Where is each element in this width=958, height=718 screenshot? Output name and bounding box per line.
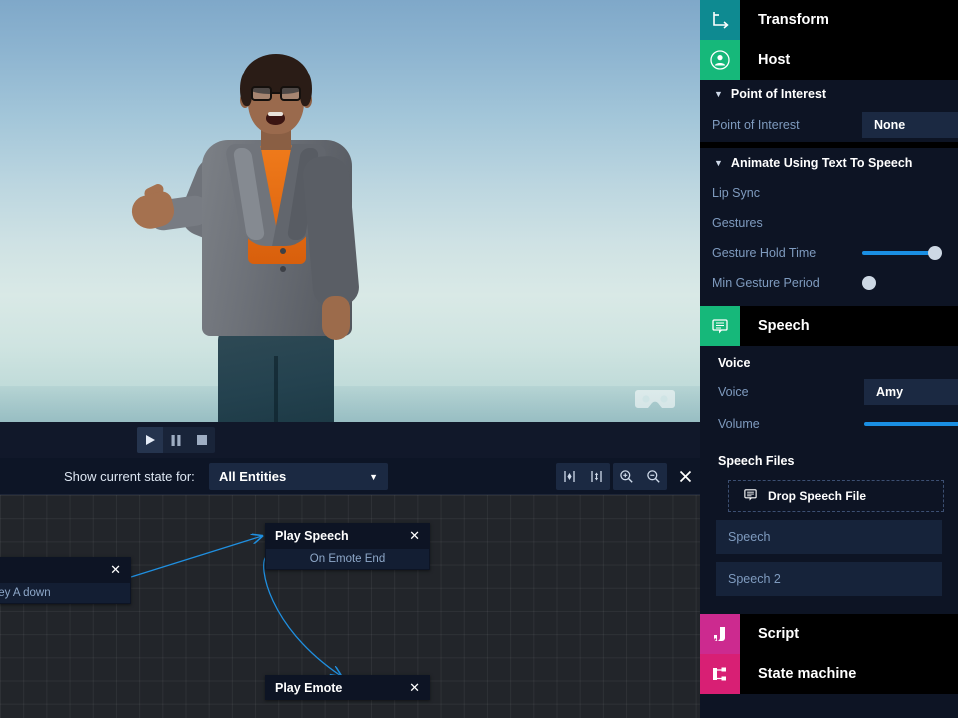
property-label: Min Gesture Period	[712, 276, 862, 290]
voice-dropdown[interactable]: Amy	[864, 379, 958, 405]
app-root: Show current state for: All Entities ▼	[0, 0, 958, 718]
section-title: Point of Interest	[731, 87, 826, 101]
property-gestures: Gestures	[700, 208, 958, 238]
chevron-down-icon: ▼	[369, 472, 378, 482]
drop-speech-file-label: Drop Speech File	[768, 489, 866, 503]
script-icon	[700, 614, 740, 654]
node-header: Play Emote ✕	[265, 675, 430, 700]
property-label: Lip Sync	[712, 186, 862, 200]
min-gesture-period-slider[interactable]	[862, 273, 958, 293]
component-row-transform[interactable]: Transform	[700, 0, 958, 40]
state-machine-icon	[700, 654, 740, 694]
component-name: Speech	[758, 318, 810, 334]
section-title: Animate Using Text To Speech	[731, 156, 913, 170]
component-row-script[interactable]: Script	[700, 614, 958, 654]
property-volume: Volume	[700, 408, 958, 440]
node-title: Play Emote	[275, 681, 409, 695]
pause-button[interactable]	[163, 427, 189, 453]
spacer	[700, 596, 958, 614]
component-name: Script	[758, 626, 799, 642]
property-voice: Voice Amy	[700, 376, 958, 408]
transport-controls	[137, 427, 215, 453]
playback-toolbar	[0, 422, 700, 458]
property-label: Gesture Hold Time	[712, 246, 862, 260]
voice-group-title: Voice	[700, 346, 958, 376]
section-point-of-interest[interactable]: ▼ Point of Interest	[700, 80, 958, 108]
component-name: State machine	[758, 666, 856, 682]
gesture-hold-time-slider[interactable]	[862, 243, 958, 263]
inspector-panel: Transform Host ▼ Point of Interest Point…	[700, 0, 958, 718]
zoom-in-icon[interactable]	[613, 463, 640, 490]
node-port[interactable]: On Emote End	[266, 549, 429, 569]
speech-file-item[interactable]: Speech	[716, 520, 942, 554]
graph-node-start[interactable]: Start ✕ On Key A down	[0, 557, 131, 604]
drop-speech-file-zone[interactable]: Drop Speech File	[728, 480, 944, 512]
graph-node-play-speech[interactable]: Play Speech ✕ On Emote End	[265, 523, 430, 570]
volume-slider[interactable]	[864, 414, 958, 434]
zoom-out-icon[interactable]	[640, 463, 667, 490]
close-icon[interactable]: ✕	[110, 563, 121, 576]
chevron-down-icon: ▼	[714, 158, 723, 168]
component-row-host[interactable]: Host	[700, 40, 958, 80]
filter-label: Show current state for:	[64, 469, 195, 484]
chevron-down-icon: ▼	[714, 89, 723, 99]
node-title: Play Speech	[275, 529, 409, 543]
close-icon[interactable]: ✕	[409, 681, 420, 694]
play-button[interactable]	[137, 427, 163, 453]
speech-bubble-icon	[700, 306, 740, 346]
section-animate-tts[interactable]: ▼ Animate Using Text To Speech	[700, 148, 958, 178]
property-gesture-hold-time: Gesture Hold Time	[700, 238, 958, 268]
fit-horizontal-icon[interactable]	[556, 463, 583, 490]
component-row-state-machine[interactable]: State machine	[700, 654, 958, 694]
component-name: Transform	[758, 12, 829, 28]
spacer	[700, 298, 958, 306]
property-label: Voice	[718, 385, 864, 399]
vr-headset-icon[interactable]	[634, 386, 676, 414]
transform-icon	[700, 0, 740, 40]
node-port[interactable]: On Key A down	[0, 583, 130, 603]
stop-button[interactable]	[189, 427, 215, 453]
speech-file-icon	[743, 487, 758, 505]
component-name: Host	[758, 52, 790, 68]
node-header: Play Speech ✕	[265, 523, 430, 548]
property-label: Volume	[718, 417, 864, 431]
entity-select[interactable]: All Entities ▼	[209, 463, 388, 490]
component-row-speech[interactable]: Speech	[700, 306, 958, 346]
speech-files-title: Speech Files	[700, 440, 958, 474]
3d-viewport[interactable]	[0, 0, 700, 422]
fit-vertical-icon[interactable]	[583, 463, 610, 490]
property-label: Gestures	[712, 216, 862, 230]
state-machine-graph[interactable]: Start ✕ On Key A down Play Speech ✕ On E…	[0, 495, 700, 718]
node-title: Start	[0, 563, 110, 577]
graph-tools	[556, 463, 699, 490]
host-person-icon	[700, 40, 740, 80]
property-lip-sync: Lip Sync	[700, 178, 958, 208]
entity-select-value: All Entities	[219, 469, 286, 484]
property-min-gesture-period: Min Gesture Period	[700, 268, 958, 298]
point-of-interest-dropdown[interactable]: None	[862, 112, 958, 138]
graph-node-play-emote[interactable]: Play Emote ✕	[265, 675, 430, 700]
property-label: Point of Interest	[712, 118, 862, 132]
close-graph-icon[interactable]	[672, 463, 699, 490]
speech-file-item[interactable]: Speech 2	[716, 562, 942, 596]
property-point-of-interest: Point of Interest None	[700, 108, 958, 142]
close-icon[interactable]: ✕	[409, 529, 420, 542]
host-avatar-preview	[130, 52, 420, 422]
node-header: Start ✕	[0, 557, 131, 582]
